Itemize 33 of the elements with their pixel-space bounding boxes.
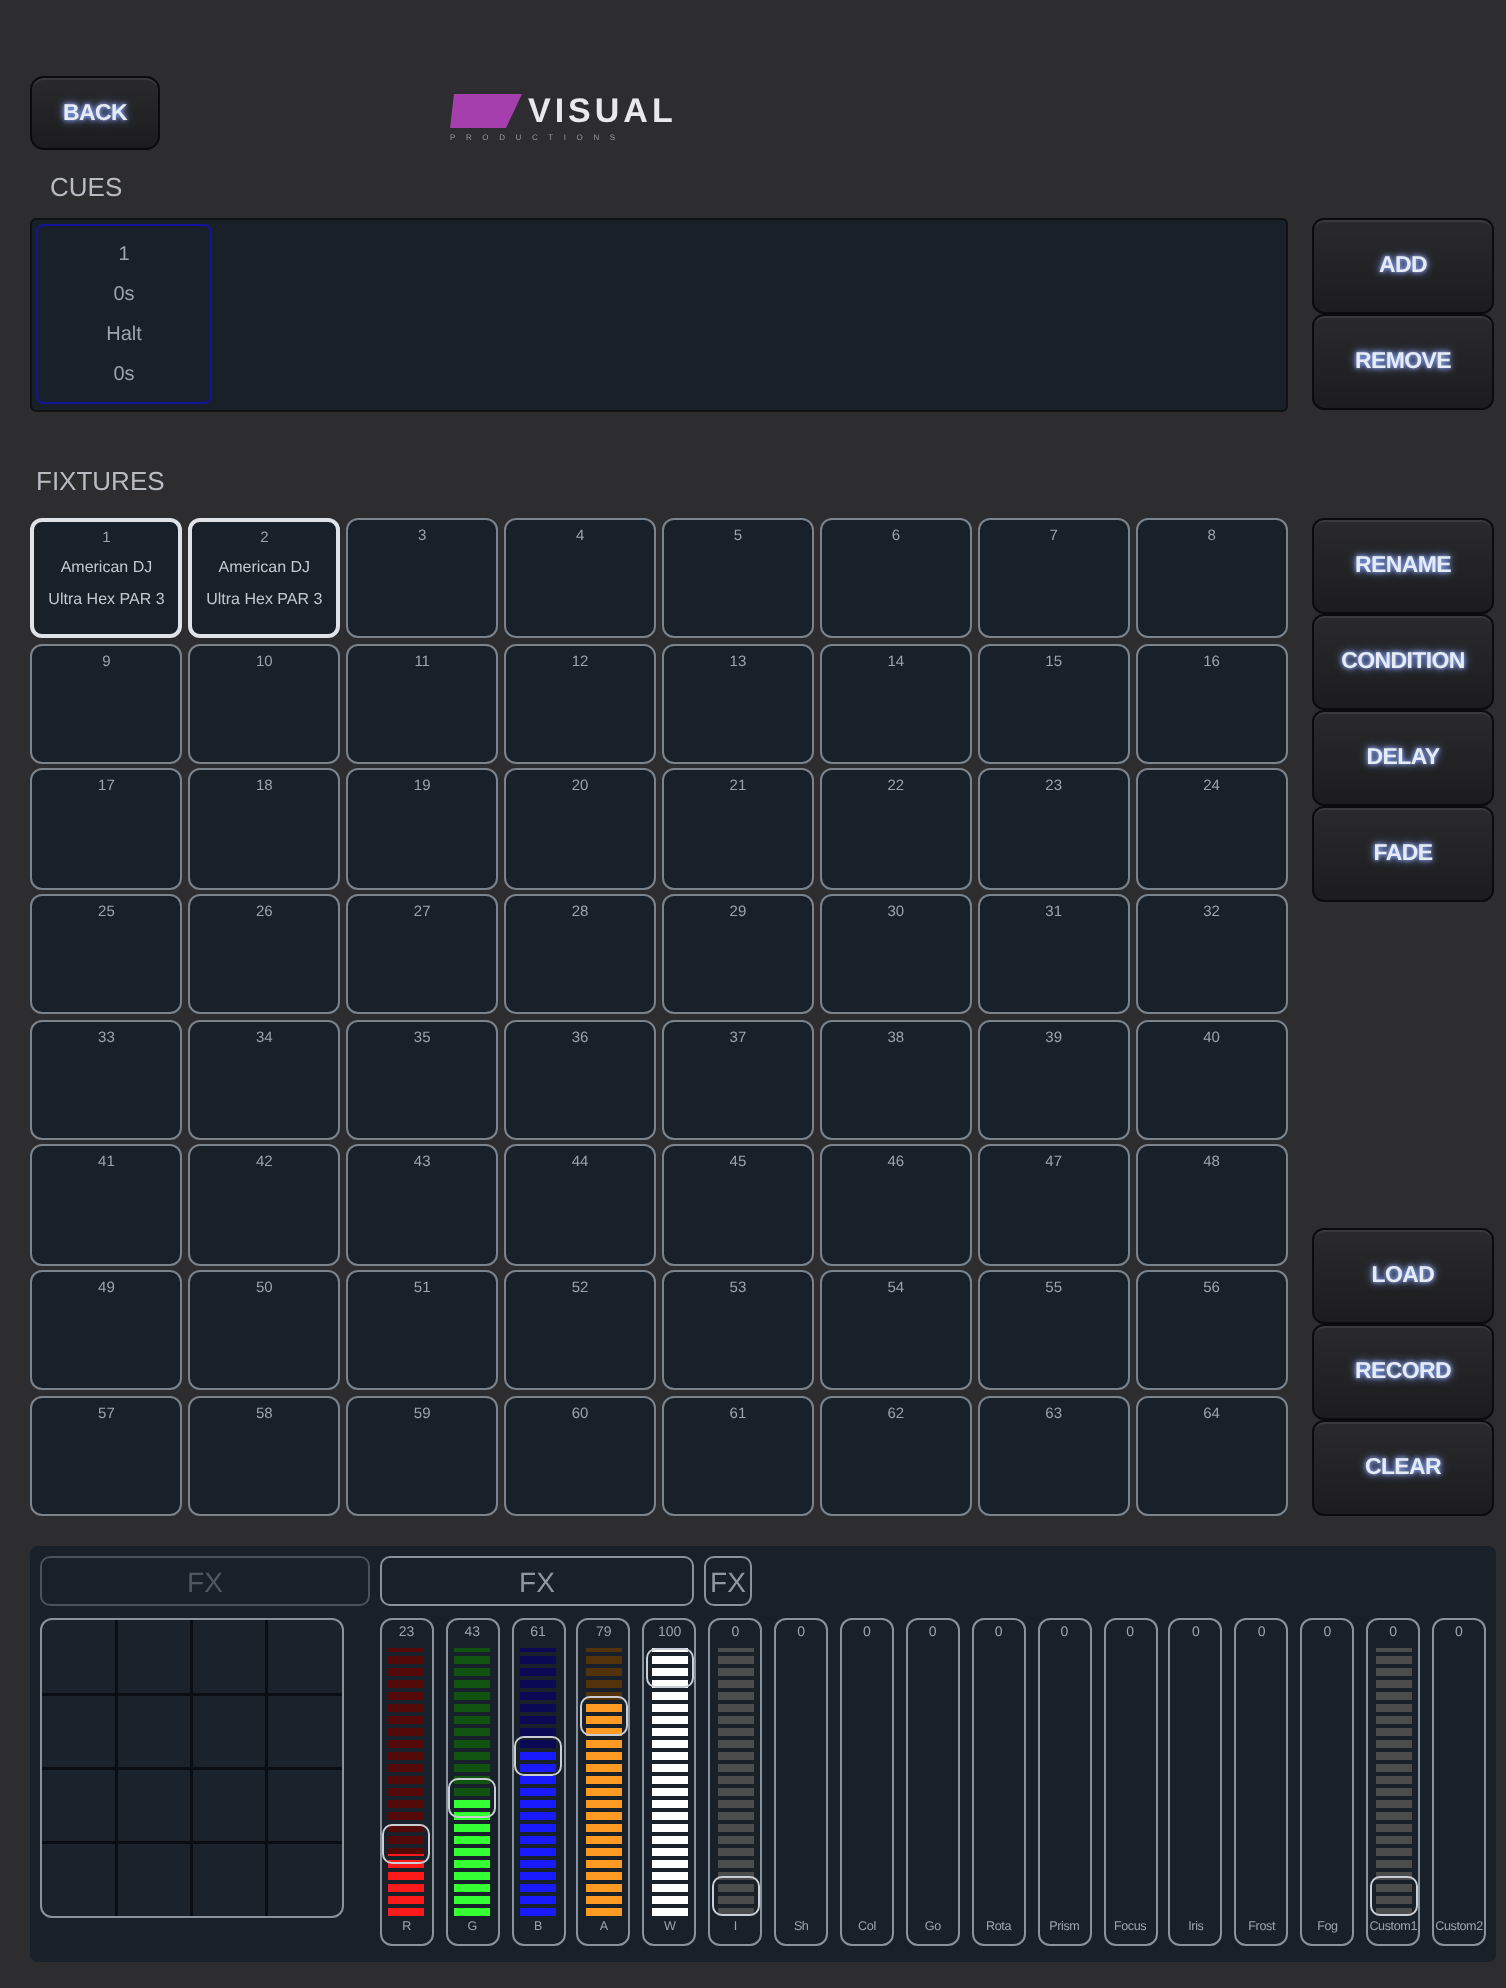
xy-pad[interactable] xyxy=(40,1618,344,1918)
fx-tab[interactable]: FX xyxy=(704,1556,752,1606)
cue-item[interactable]: 1 0s Halt 0s xyxy=(36,224,212,404)
fixture-name: Ultra Hex PAR 3 xyxy=(48,592,165,610)
cue-text: Halt xyxy=(106,323,142,345)
back-button[interactable]: BACK xyxy=(30,76,160,150)
cue-button[interactable]: ADD xyxy=(1312,218,1494,314)
fixture-button[interactable]: RENAME xyxy=(1312,518,1494,614)
cue-text: 0s xyxy=(113,283,135,305)
section-title: FIXTURES xyxy=(36,466,167,498)
fixture-button[interactable]: FADE xyxy=(1312,806,1494,902)
fixture-name: American DJ xyxy=(60,560,153,579)
fixture-button[interactable]: RECORD xyxy=(1312,1324,1494,1420)
section-title: CUES xyxy=(50,172,125,204)
fixture-button[interactable]: DELAY xyxy=(1312,710,1494,806)
cue-button[interactable]: REMOVE xyxy=(1312,314,1494,410)
cue-text: 1 xyxy=(118,243,130,265)
logo-title: VISUAL xyxy=(528,93,677,127)
fader-handle[interactable] xyxy=(579,1695,628,1736)
fixture-button[interactable]: CLEAR xyxy=(1312,1420,1494,1516)
fx-tab[interactable]: FX xyxy=(380,1556,694,1606)
fader-handle[interactable] xyxy=(1369,1876,1418,1916)
fixture-name: Ultra Hex PAR 3 xyxy=(206,592,323,610)
fader-handle[interactable] xyxy=(514,1736,563,1777)
fader-handle[interactable] xyxy=(448,1777,497,1818)
cue-text: 0s xyxy=(113,363,135,385)
fader-handle[interactable] xyxy=(645,1647,694,1688)
logo-icon xyxy=(450,93,522,127)
fader-handle[interactable] xyxy=(711,1876,760,1916)
fixture-name: American DJ xyxy=(218,560,311,579)
fixture-button[interactable]: LOAD xyxy=(1312,1228,1494,1324)
fader-handle[interactable] xyxy=(382,1823,431,1864)
fixture-button[interactable]: CONDITION xyxy=(1312,614,1494,710)
